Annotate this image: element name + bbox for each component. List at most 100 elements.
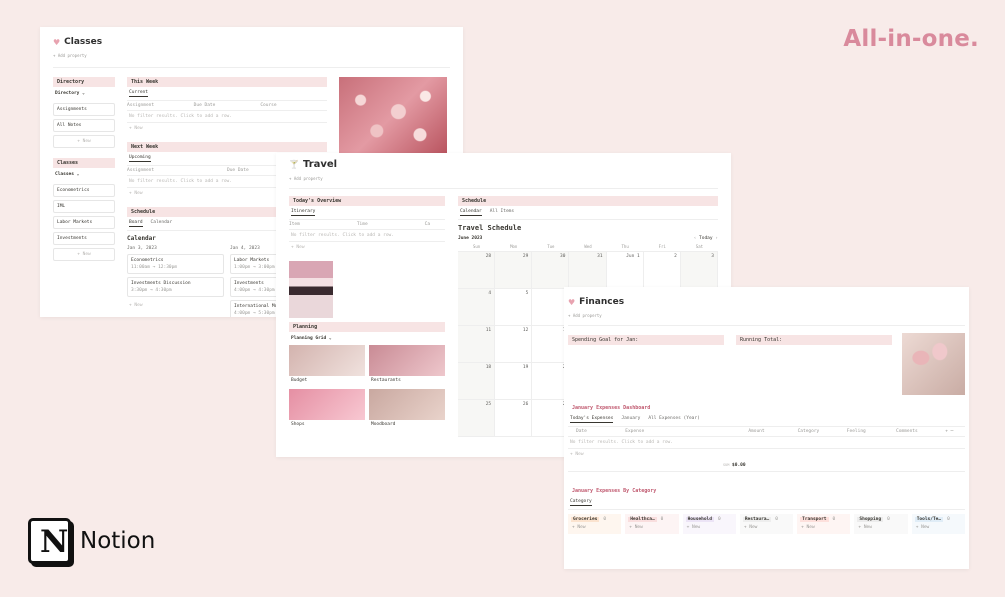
new-card-button[interactable]: + New [570,523,619,532]
headline: All-in-one. [843,26,979,52]
weekday-header: Sun Mon Tue Wed Thu Fri Sat [458,244,718,252]
category-board: Groceries 0 + New Healthca… 0 + New Household 0… [568,514,965,534]
col-expense: Expense [625,429,645,434]
today-button[interactable]: ‹ Today › [694,236,718,241]
col-date: Date [576,429,587,434]
pearls-image [339,77,447,154]
calendar-day[interactable]: 5 [495,289,533,325]
directory-item[interactable]: All Notes [53,119,115,132]
tab-todays-expenses[interactable]: Today's Expenses [570,416,614,423]
directory-item[interactable]: Assignments [53,103,115,116]
calendar-day[interactable]: 19 [495,363,533,399]
calendar-day[interactable]: 25 [458,400,496,436]
category-label[interactable]: Transport 0 [799,516,848,523]
directory-view[interactable]: Directory ⌄ [53,87,115,100]
add-column-icon[interactable]: + ⋯ [945,429,965,434]
planning-card[interactable]: Moodboard [369,389,445,429]
page-title: Classes [64,37,103,47]
calendar-day[interactable]: 30 [532,252,570,288]
class-item[interactable]: IML [53,200,115,213]
dashboard-heading: January Expenses Dashboard [572,405,651,411]
empty-message[interactable]: No filter results. Click to add a row. [127,111,327,123]
empty-message[interactable]: No filter results. Click to add a row. [289,230,445,242]
col-due-date: Due Date [193,103,216,108]
travel-schedule-title: Travel Schedule [458,224,522,232]
new-button[interactable]: + New [53,135,115,148]
column-date: Jan 3, 2023 [127,246,157,251]
new-card-button[interactable]: + New [627,523,676,532]
new-card-button[interactable]: + New [685,523,734,532]
new-card-button[interactable]: + New [856,523,905,532]
tab-all-items[interactable]: All Items [490,209,514,216]
empty-message[interactable]: No filter results. Click to add a row. [568,437,965,449]
tab-itinerary[interactable]: Itinerary [291,209,316,216]
calendar-day[interactable]: 26 [495,400,533,436]
next-week-heading: Next Week [127,142,327,152]
spending-goal: Spending Goal for Jan: [568,335,724,345]
tab-calendar[interactable]: Calendar [151,220,173,227]
new-row-button[interactable]: + New [289,242,445,253]
col-category: Ca [424,222,431,227]
tab-board[interactable]: Board [129,220,143,227]
directory-heading: Directory [53,77,115,87]
category-column: Household 0 + New [682,514,736,534]
notion-logo: N [28,518,71,564]
event-card[interactable]: Investments Discussion 3:30pm → 4:30pm [127,277,224,297]
add-property[interactable]: + Add property [568,313,965,318]
tab-category[interactable]: Category [570,499,592,506]
calendar-day[interactable]: 3 [680,252,718,288]
category-label[interactable]: Healthca… 0 [627,516,676,523]
calendar-day[interactable]: 31 [569,252,607,288]
event-card[interactable]: Econometrics 11:00am → 12:30pm [127,254,224,274]
new-row-button[interactable]: + New [568,449,965,460]
new-card-button[interactable]: + New [799,523,848,532]
planning-card[interactable]: Restaurants [369,345,445,385]
fashion-image [289,261,333,318]
tab-upcoming[interactable]: Upcoming [129,155,151,162]
tab-all-expenses[interactable]: All Expenses (Year) [648,416,699,423]
classes-heading: Classes [53,158,115,168]
col-feeling: Feeling [846,429,866,434]
planning-card[interactable]: Budget [289,345,365,385]
add-property[interactable]: + Add property [289,176,718,181]
col-item: Item [289,222,300,227]
tab-calendar[interactable]: Calendar [460,209,482,216]
col-comments: Comments [896,429,918,434]
tab-current[interactable]: Current [129,90,148,97]
heart-icon: ♥ [568,297,576,307]
new-button[interactable]: + New [53,248,115,261]
classes-view[interactable]: Classes ⌄ [53,168,115,181]
calendar-day[interactable]: 29 [495,252,533,288]
new-card-button[interactable]: + New [127,300,224,311]
calendar-day[interactable]: 2 [643,252,681,288]
planning-card[interactable]: Shops [289,389,365,429]
new-row-button[interactable]: + New [127,123,327,134]
calendar-day[interactable]: 28 [458,252,496,288]
new-card-button[interactable]: + New [742,523,791,532]
category-label[interactable]: Shopping 0 [856,516,905,523]
category-label[interactable]: Household 0 [685,516,734,523]
category-label[interactable]: Groceries 0 [570,516,619,523]
class-item[interactable]: Investments [53,232,115,245]
calendar-day[interactable]: Jun 1 [606,252,644,288]
brand-name: Notion [80,528,156,554]
calendar-day[interactable]: 11 [458,326,496,362]
new-card-button[interactable]: + New [914,523,963,532]
category-label[interactable]: Tools/Te… 0 [914,516,963,523]
finances-page: ♥ Finances + Add property Spending Goal … [564,287,969,569]
calendar-day[interactable]: 12 [495,326,533,362]
planning-view[interactable]: Planning Grid ⌄ [289,332,445,345]
this-week-heading: This Week [127,77,327,87]
col-time: Time [356,222,368,227]
running-total: Running Total: [736,335,892,345]
category-label[interactable]: Restaura… 0 [742,516,791,523]
tab-january[interactable]: January [621,416,640,423]
category-column: Tools/Te… 0 + New [911,514,965,534]
class-item[interactable]: Econometrics [53,184,115,197]
class-item[interactable]: Labor Markets [53,216,115,229]
add-property[interactable]: + Add property [53,53,450,58]
calendar-day[interactable]: 4 [458,289,496,325]
manicure-image [902,333,965,395]
calendar-day[interactable]: 18 [458,363,496,399]
planning-heading: Planning [289,322,445,332]
